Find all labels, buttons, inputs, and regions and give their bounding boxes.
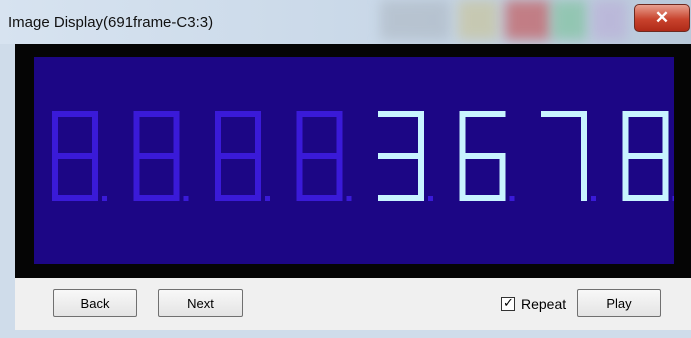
decimal-point <box>102 196 107 201</box>
digit-6 <box>459 111 515 201</box>
segment-a <box>133 111 180 117</box>
digit-readout <box>52 111 674 201</box>
segment-b <box>662 111 669 156</box>
segment-f <box>459 111 466 156</box>
segment-a <box>52 111 98 117</box>
close-button[interactable]: ✕ <box>634 4 690 32</box>
segment-d <box>622 195 669 201</box>
segment-e <box>296 156 303 201</box>
segment-c <box>581 156 587 201</box>
display-frame <box>15 44 691 278</box>
segment-c <box>418 156 424 201</box>
segment-g <box>133 153 180 159</box>
segment-e <box>215 156 221 201</box>
repeat-label: Repeat <box>521 296 567 312</box>
play-button[interactable]: Play <box>577 289 661 317</box>
background-blur <box>592 0 627 40</box>
segment-a <box>541 111 587 117</box>
digit-3 <box>215 111 270 201</box>
segment-g <box>622 153 669 159</box>
next-button[interactable]: Next <box>158 289 243 317</box>
segment-d <box>459 195 506 201</box>
segment-g <box>215 153 261 159</box>
segment-f <box>296 111 303 156</box>
decimal-point <box>265 196 270 201</box>
check-icon: ✓ <box>503 295 514 310</box>
window-frame-left <box>0 44 15 338</box>
repeat-checkbox[interactable]: ✓ <box>501 295 515 311</box>
segment-d <box>378 195 424 201</box>
segment-c <box>92 156 98 201</box>
segment-b <box>418 111 424 156</box>
back-button[interactable]: Back <box>53 289 137 317</box>
digit-2 <box>133 111 189 201</box>
background-blur <box>505 0 550 40</box>
background-blur <box>458 0 498 40</box>
digit-7 <box>541 111 596 201</box>
segment-d <box>296 195 343 201</box>
segment-f <box>215 111 221 156</box>
segment-g <box>378 153 424 159</box>
segment-c <box>336 156 343 201</box>
control-panel: Back Next ✓ Repeat Play <box>15 278 691 330</box>
background-blur <box>380 0 450 40</box>
decimal-point <box>346 196 352 201</box>
segment-d <box>52 195 98 201</box>
segment-f <box>133 111 140 156</box>
repeat-option[interactable]: ✓ Repeat <box>501 295 567 312</box>
image-display-window: Image Display(691frame-C3:3) ✕ Back Next… <box>0 0 691 338</box>
segment-e <box>459 156 466 201</box>
segment-a <box>459 111 506 117</box>
segment-e <box>52 156 58 201</box>
segment-c <box>255 156 261 201</box>
segment-a <box>378 111 424 117</box>
segment-d <box>215 195 261 201</box>
digit-1 <box>52 111 107 201</box>
segment-b <box>581 111 587 156</box>
segment-b <box>336 111 343 156</box>
background-blur <box>552 0 587 40</box>
decimal-point <box>183 196 189 201</box>
segment-b <box>173 111 180 156</box>
decimal-point <box>509 196 515 201</box>
decimal-point <box>672 196 674 201</box>
window-title: Image Display(691frame-C3:3) <box>8 14 214 31</box>
digit-4 <box>296 111 352 201</box>
decimal-point <box>591 196 596 201</box>
segment-d <box>133 195 180 201</box>
segment-c <box>499 156 506 201</box>
digit-8 <box>622 111 674 201</box>
segment-f <box>52 111 58 156</box>
segment-g <box>296 153 343 159</box>
segment-a <box>215 111 261 117</box>
segment-b <box>92 111 98 156</box>
segment-b <box>255 111 261 156</box>
segment-g <box>459 153 506 159</box>
segment-a <box>622 111 669 117</box>
segment-f <box>622 111 629 156</box>
segment-c <box>173 156 180 201</box>
segment-e <box>622 156 629 201</box>
seven-segment-display <box>34 57 674 264</box>
window-frame-bottom <box>0 330 691 338</box>
digit-5 <box>378 111 433 201</box>
title-bar[interactable]: Image Display(691frame-C3:3) ✕ <box>0 0 691 44</box>
segment-g <box>52 153 98 159</box>
segment-c <box>662 156 669 201</box>
decimal-point <box>428 196 433 201</box>
segment-a <box>296 111 343 117</box>
segment-e <box>133 156 140 201</box>
close-icon: ✕ <box>654 8 670 27</box>
